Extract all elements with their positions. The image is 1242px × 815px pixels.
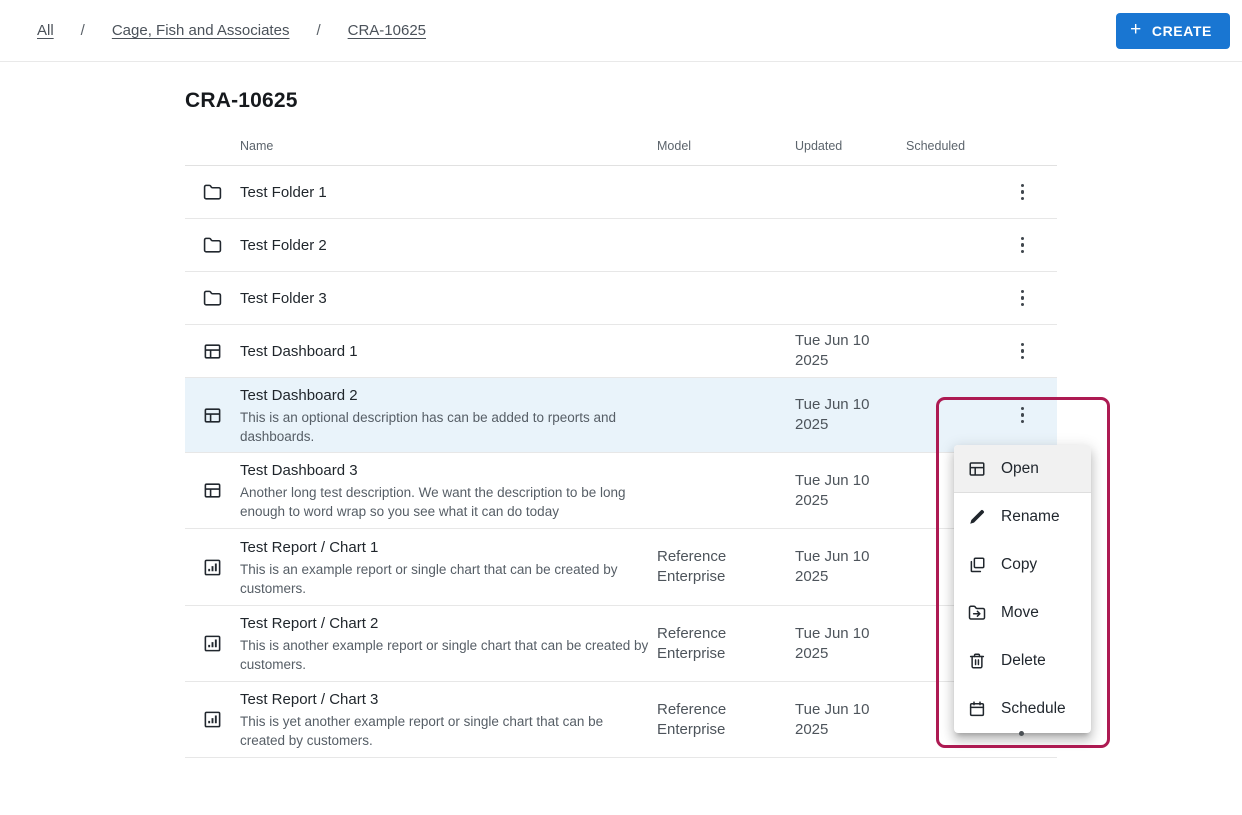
column-header-scheduled: Scheduled xyxy=(906,139,1000,153)
dashboard-icon xyxy=(968,460,986,478)
item-name: Test Folder 1 xyxy=(240,182,649,203)
copy-icon xyxy=(968,556,986,574)
plus-icon: + xyxy=(1130,20,1142,39)
dashboard-icon xyxy=(203,481,222,500)
trash-icon xyxy=(968,652,986,670)
pencil-icon xyxy=(968,508,986,526)
column-header-updated: Updated xyxy=(795,136,906,156)
breadcrumb-link-client[interactable]: Cage, Fish and Associates xyxy=(112,22,290,39)
row-actions-kebab-icon[interactable] xyxy=(1011,286,1035,310)
item-description: This is yet another example report or si… xyxy=(240,712,649,750)
item-description: This is another example report or single… xyxy=(240,636,649,674)
menu-item-label: Copy xyxy=(1001,556,1037,574)
item-updated: Tue Jun 10 2025 xyxy=(795,624,906,664)
breadcrumb-separator: / xyxy=(316,22,320,39)
dashboard-icon xyxy=(203,406,222,425)
table-row-test-report-chart-2[interactable]: Test Report / Chart 2This is another exa… xyxy=(185,606,1057,682)
table-header-row: Name Model Updated Scheduled xyxy=(185,126,1057,166)
item-updated: Tue Jun 10 2025 xyxy=(795,395,906,435)
dashboard-icon xyxy=(203,342,222,361)
folder-icon xyxy=(203,183,222,202)
table-row-test-dashboard-2[interactable]: Test Dashboard 2This is an optional desc… xyxy=(185,378,1057,453)
folder-move-icon xyxy=(968,604,986,622)
context-menu-item-delete[interactable]: Delete xyxy=(954,637,1091,685)
table-row-test-report-chart-1[interactable]: Test Report / Chart 1This is an example … xyxy=(185,529,1057,606)
context-menu-item-move[interactable]: Move xyxy=(954,589,1091,637)
row-actions-kebab-icon[interactable] xyxy=(1011,403,1035,427)
items-table: Name Model Updated Scheduled Test Folder… xyxy=(185,126,1057,758)
breadcrumb-link-current[interactable]: CRA-10625 xyxy=(348,22,426,39)
create-button-label: CREATE xyxy=(1152,23,1212,39)
item-name: Test Dashboard 2 xyxy=(240,385,649,406)
report-chart-icon xyxy=(203,634,222,653)
table-row-test-dashboard-1[interactable]: Test Dashboard 1 Tue Jun 10 2025 xyxy=(185,325,1057,378)
item-updated: Tue Jun 10 2025 xyxy=(795,471,906,511)
report-chart-icon xyxy=(203,710,222,729)
row-actions-kebab-icon[interactable] xyxy=(1011,339,1035,363)
calendar-icon xyxy=(968,700,986,718)
breadcrumb-link-all[interactable]: All xyxy=(37,22,54,39)
menu-item-label: Delete xyxy=(1001,652,1046,670)
table-row-test-folder-1[interactable]: Test Folder 1 xyxy=(185,166,1057,219)
item-description: This is an optional description has can … xyxy=(240,408,649,446)
item-name: Test Report / Chart 3 xyxy=(240,689,649,710)
folder-icon xyxy=(203,289,222,308)
page-title: CRA-10625 xyxy=(185,89,1242,113)
item-updated: Tue Jun 10 2025 xyxy=(795,547,906,587)
menu-item-label: Move xyxy=(1001,604,1039,622)
report-chart-icon xyxy=(203,558,222,577)
create-button[interactable]: + CREATE xyxy=(1116,13,1230,49)
table-row-test-folder-2[interactable]: Test Folder 2 xyxy=(185,219,1057,272)
item-updated: Tue Jun 10 2025 xyxy=(795,331,906,371)
item-name: Test Folder 2 xyxy=(240,235,649,256)
item-model: Reference Enterprise xyxy=(657,624,795,664)
breadcrumb-separator: / xyxy=(81,22,85,39)
item-model: Reference Enterprise xyxy=(657,700,795,740)
row-context-menu: Open Rename Copy Move Delete Schedule xyxy=(954,445,1091,733)
context-menu-item-rename[interactable]: Rename xyxy=(954,493,1091,541)
table-row-test-folder-3[interactable]: Test Folder 3 xyxy=(185,272,1057,325)
column-header-name: Name xyxy=(240,139,657,153)
table-row-test-dashboard-3[interactable]: Test Dashboard 3Another long test descri… xyxy=(185,453,1057,529)
click-indicator-dot xyxy=(1019,731,1024,736)
item-model: Reference Enterprise xyxy=(657,547,795,587)
folder-icon xyxy=(203,236,222,255)
breadcrumb: All / Cage, Fish and Associates / CRA-10… xyxy=(37,22,426,39)
menu-item-label: Rename xyxy=(1001,508,1060,526)
column-header-model: Model xyxy=(657,136,795,156)
item-updated: Tue Jun 10 2025 xyxy=(795,700,906,740)
context-menu-item-copy[interactable]: Copy xyxy=(954,541,1091,589)
context-menu-item-open[interactable]: Open xyxy=(954,445,1091,493)
item-name: Test Dashboard 3 xyxy=(240,460,649,481)
item-name: Test Report / Chart 2 xyxy=(240,613,649,634)
context-menu-item-schedule[interactable]: Schedule xyxy=(954,685,1091,733)
menu-item-label: Open xyxy=(1001,460,1039,478)
table-row-test-report-chart-3[interactable]: Test Report / Chart 3This is yet another… xyxy=(185,682,1057,758)
top-bar: All / Cage, Fish and Associates / CRA-10… xyxy=(0,0,1242,62)
item-name: Test Report / Chart 1 xyxy=(240,537,649,558)
row-actions-kebab-icon[interactable] xyxy=(1011,180,1035,204)
item-name: Test Folder 3 xyxy=(240,288,649,309)
item-description: This is an example report or single char… xyxy=(240,560,649,598)
row-actions-kebab-icon[interactable] xyxy=(1011,233,1035,257)
item-name: Test Dashboard 1 xyxy=(240,341,649,362)
item-description: Another long test description. We want t… xyxy=(240,483,649,521)
menu-item-label: Schedule xyxy=(1001,700,1066,718)
